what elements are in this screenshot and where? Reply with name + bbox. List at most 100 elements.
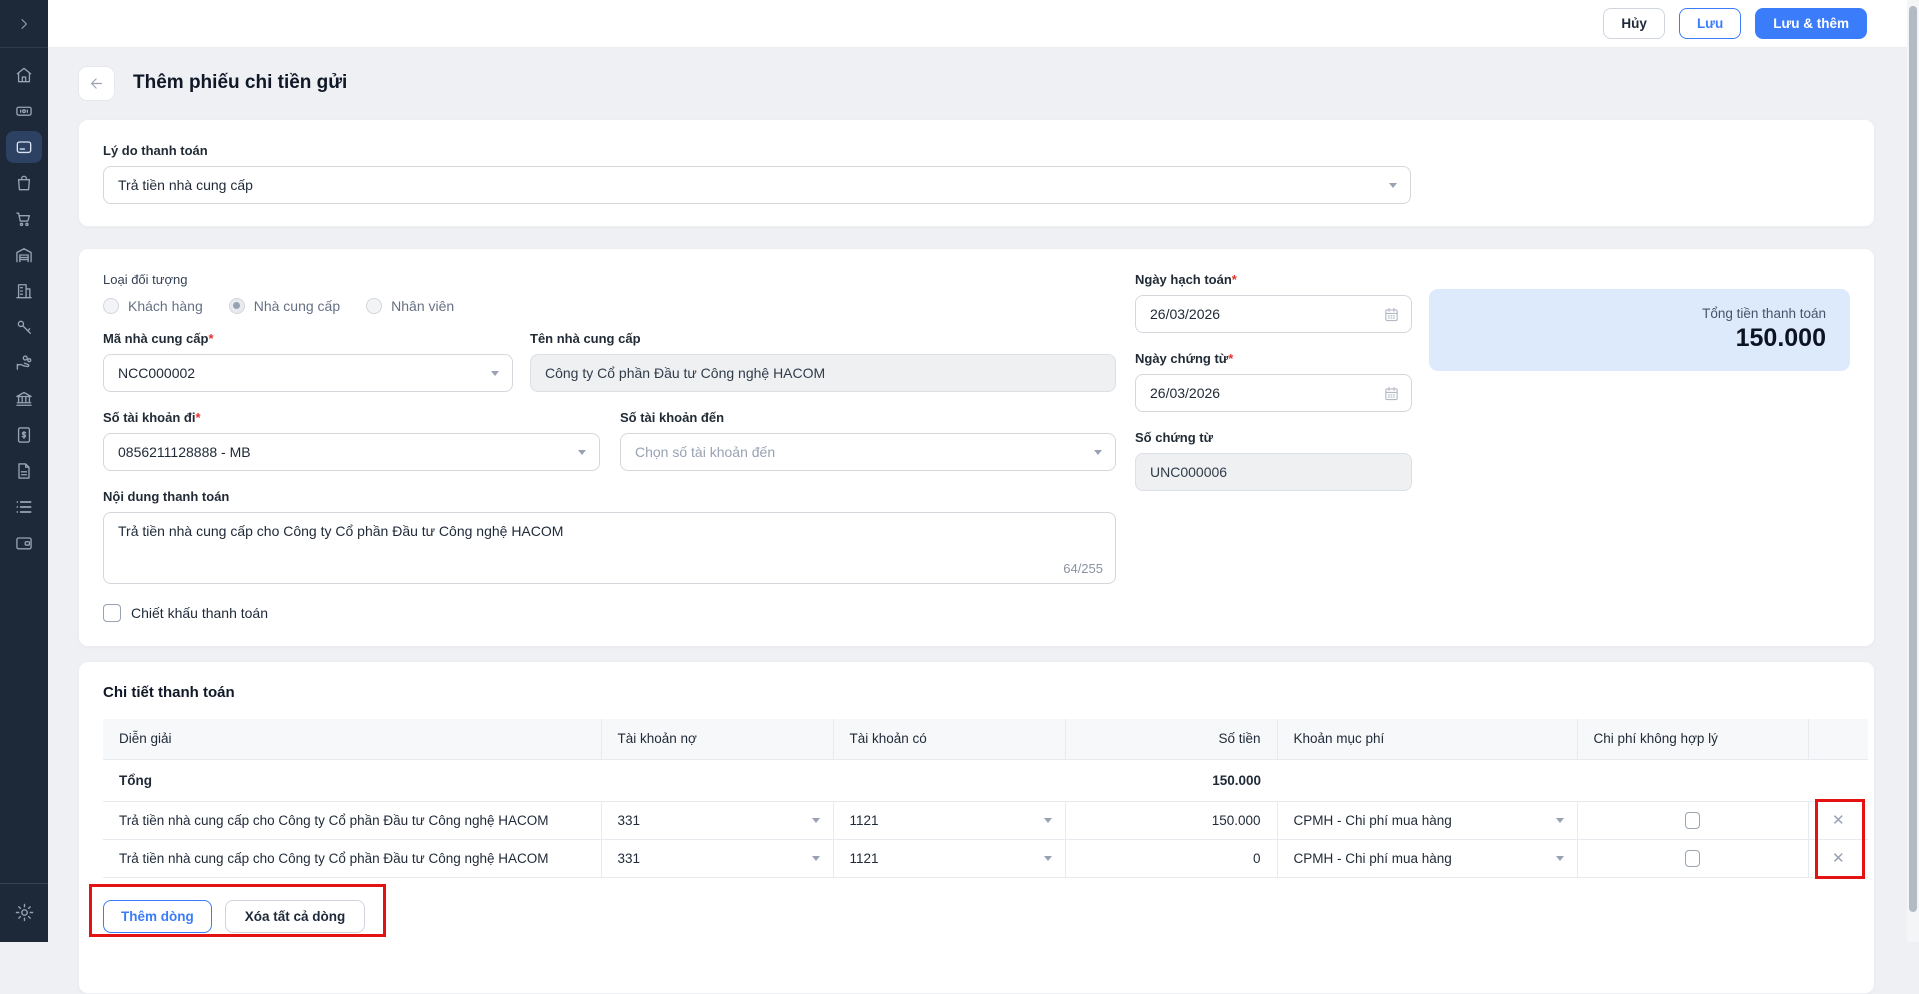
- radio-circle-checked-icon: [229, 298, 245, 314]
- account-to-select[interactable]: Chọn số tài khoản đến: [620, 433, 1116, 471]
- col-header-credit: Tài khoản có: [833, 719, 1065, 759]
- sidebar-item-settings[interactable]: [6, 896, 42, 928]
- scrollbar-thumb[interactable]: [1909, 6, 1917, 912]
- sidebar-item-wallet[interactable]: [6, 527, 42, 559]
- sidebar-footer: [0, 883, 48, 942]
- sidebar-item-bank-account[interactable]: [6, 131, 42, 163]
- row-delete-button[interactable]: ✕: [1808, 839, 1868, 877]
- chevron-down-icon: [1044, 856, 1052, 861]
- reason-label: Lý do thanh toán: [103, 143, 1850, 158]
- col-header-expense: Khoản mục phí: [1277, 719, 1577, 759]
- row-invalid-expense-checkbox[interactable]: [1685, 812, 1700, 829]
- sidebar-item-cash[interactable]: [6, 419, 42, 451]
- key-icon: [14, 317, 34, 337]
- supplier-code-select[interactable]: NCC000002: [103, 354, 513, 392]
- row-description: Trả tiền nhà cung cấp cho Công ty Cổ phầ…: [103, 839, 601, 877]
- calendar-icon: [1383, 306, 1400, 323]
- sidebar-item-bank[interactable]: [6, 383, 42, 415]
- row-expense-select[interactable]: CPMH - Chi phí mua hàng: [1277, 839, 1577, 877]
- supplier-name-label: Tên nhà cung cấp: [530, 331, 1116, 346]
- bank-card-icon: [14, 137, 34, 157]
- save-button[interactable]: Lưu: [1679, 8, 1741, 40]
- col-header-debit: Tài khoản nợ: [601, 719, 833, 759]
- sidebar-item-documents[interactable]: [6, 455, 42, 487]
- sidebar-item-purchases[interactable]: [6, 167, 42, 199]
- office-building-icon: [14, 281, 34, 301]
- page-title: Thêm phiếu chi tiền gửi: [133, 72, 347, 94]
- account-from-select[interactable]: 0856211128888 - MB: [103, 433, 600, 471]
- back-button[interactable]: [78, 66, 115, 101]
- col-header-description: Diễn giải: [103, 719, 601, 759]
- table-total-row: Tổng 150.000: [103, 759, 1868, 801]
- reason-select[interactable]: Trả tiền nhà cung cấp: [103, 166, 1411, 204]
- sidebar-item-sales[interactable]: [6, 203, 42, 235]
- sidebar-expand-button[interactable]: [0, 0, 48, 48]
- row-amount-cell[interactable]: 0: [1065, 839, 1277, 877]
- sidebar-item-pos[interactable]: [6, 95, 42, 127]
- add-row-button[interactable]: Thêm dòng: [103, 900, 212, 933]
- supplier-name-value: Công ty Cổ phần Đầu tư Công nghệ HACOM: [545, 365, 825, 381]
- col-header-actions: [1808, 719, 1868, 759]
- row-credit-select[interactable]: 1121: [833, 801, 1065, 839]
- posting-date-input[interactable]: 26/03/2026: [1135, 295, 1412, 333]
- calendar-icon: [1383, 385, 1400, 402]
- radio-label: Nhà cung cấp: [254, 298, 340, 314]
- radio-label: Nhân viên: [391, 298, 454, 314]
- detail-table: Diễn giải Tài khoản nợ Tài khoản có Số t…: [103, 719, 1868, 878]
- sidebar-item-salary[interactable]: [6, 347, 42, 379]
- page-scrollbar: [1907, 0, 1919, 942]
- document-no-label: Số chứng từ: [1135, 430, 1412, 445]
- sidebar-item-assets[interactable]: [6, 311, 42, 343]
- account-to-label: Số tài khoản đến: [620, 410, 1116, 425]
- chevron-right-icon: [16, 16, 32, 32]
- table-row: Trả tiền nhà cung cấp cho Công ty Cổ phầ…: [103, 839, 1868, 877]
- row-amount-cell[interactable]: 150.000: [1065, 801, 1277, 839]
- row-expense-select[interactable]: CPMH - Chi phí mua hàng: [1277, 801, 1577, 839]
- document-no-value: UNC000006: [1150, 464, 1227, 480]
- topbar: Hủy Lưu Lưu & thêm: [48, 0, 1907, 48]
- supplier-name-field: Công ty Cổ phần Đầu tư Công nghệ HACOM: [530, 354, 1116, 392]
- detail-card: Chi tiết thanh toán Diễn giải Tài khoản …: [78, 661, 1875, 994]
- sidebar-item-home[interactable]: [6, 59, 42, 91]
- bank-icon: [14, 389, 34, 409]
- shopping-cart-icon: [14, 209, 34, 229]
- row-debit-select[interactable]: 331: [601, 801, 833, 839]
- radio-circle-icon: [366, 298, 382, 314]
- cash-invoice-icon: [14, 425, 34, 445]
- content-value: Trả tiền nhà cung cấp cho Công ty Cổ phầ…: [118, 523, 563, 539]
- delete-all-rows-button[interactable]: Xóa tất cả dòng: [225, 900, 366, 933]
- posting-date-label: Ngày hạch toán*: [1135, 272, 1412, 287]
- detail-title: Chi tiết thanh toán: [103, 684, 1866, 701]
- chevron-down-icon: [1556, 856, 1564, 861]
- content-textarea[interactable]: Trả tiền nhà cung cấp cho Công ty Cổ phầ…: [103, 512, 1116, 584]
- document-date-input[interactable]: 26/03/2026: [1135, 374, 1412, 412]
- row-credit-select[interactable]: 1121: [833, 839, 1065, 877]
- radio-nhan-vien: Nhân viên: [366, 298, 454, 314]
- discount-checkbox[interactable]: [103, 604, 121, 622]
- gear-icon: [14, 902, 35, 923]
- arrow-left-icon: [88, 75, 105, 92]
- sidebar-item-company[interactable]: [6, 275, 42, 307]
- cancel-button[interactable]: Hủy: [1603, 8, 1665, 40]
- radio-circle-icon: [103, 298, 119, 314]
- radio-nha-cung-cap: Nhà cung cấp: [229, 298, 340, 314]
- radio-label: Khách hàng: [128, 298, 203, 314]
- reason-card: Lý do thanh toán Trả tiền nhà cung cấp: [78, 119, 1875, 227]
- supplier-code-value: NCC000002: [118, 365, 195, 381]
- chevron-down-icon: [812, 856, 820, 861]
- sidebar-item-warehouse[interactable]: [6, 239, 42, 271]
- total-row-amount: 150.000: [1065, 759, 1277, 801]
- content-label: Nội dung thanh toán: [103, 489, 1116, 504]
- row-invalid-expense-checkbox[interactable]: [1685, 850, 1700, 867]
- chevron-down-icon: [1556, 818, 1564, 823]
- char-counter: 64/255: [1063, 561, 1103, 576]
- chevron-down-icon: [1389, 183, 1397, 188]
- total-amount-value: 150.000: [1453, 324, 1826, 353]
- sidebar-nav: [0, 48, 48, 883]
- row-delete-button[interactable]: ✕: [1808, 801, 1868, 839]
- chevron-down-icon: [812, 818, 820, 823]
- discount-checkbox-label: Chiết khấu thanh toán: [131, 605, 268, 621]
- sidebar-item-categories[interactable]: [6, 491, 42, 523]
- row-debit-select[interactable]: 331: [601, 839, 833, 877]
- save-and-add-button[interactable]: Lưu & thêm: [1755, 8, 1867, 40]
